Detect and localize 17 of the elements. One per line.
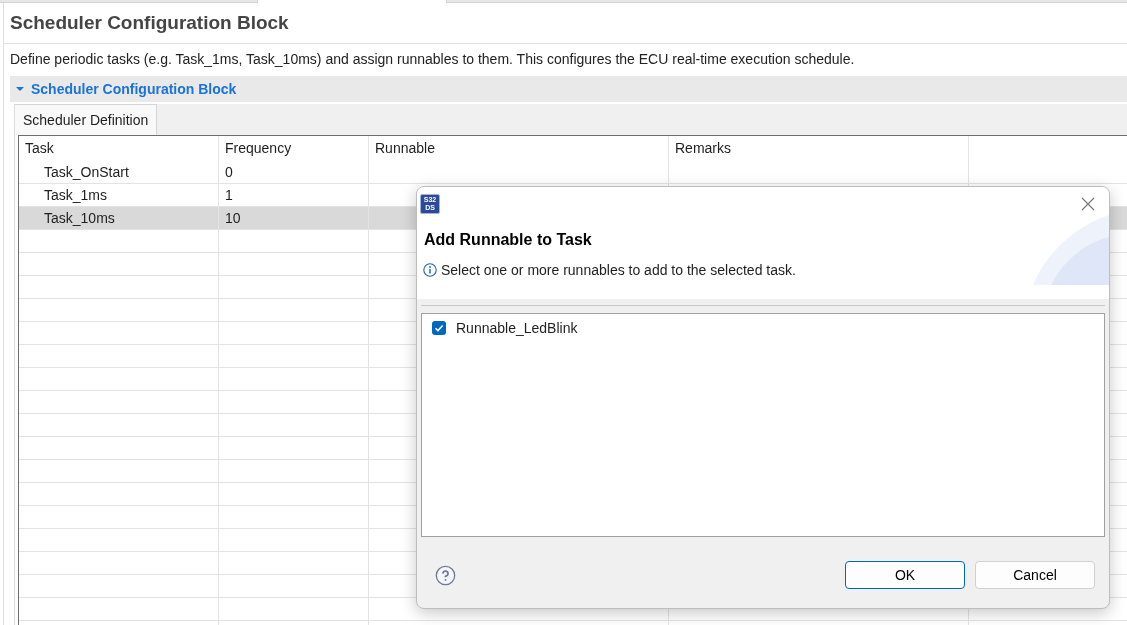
checkbox[interactable]: [432, 321, 446, 335]
info-icon: [423, 263, 437, 277]
page-title: Scheduler Configuration Block: [10, 10, 289, 35]
help-icon[interactable]: [435, 564, 456, 586]
page-description: Define periodic tasks (e.g. Task_1ms, Task_10ms) and assign runnables to them. This configures the ECU real-time execution schedule.: [9, 50, 855, 69]
runnable-list[interactable]: Runnable_LedBlink: [421, 313, 1105, 537]
dialog-button[interactable]: OK: [845, 561, 965, 589]
tab[interactable]: Scheduler Definition: [15, 104, 158, 135]
dialog-button[interactable]: Cancel: [975, 561, 1095, 589]
close-icon: [1081, 197, 1095, 211]
table-cell: 10: [219, 207, 369, 229]
table-cell: Task_10ms: [19, 207, 219, 229]
close-button[interactable]: [1080, 196, 1096, 212]
dialog-title: Add Runnable to Task: [424, 230, 592, 250]
checkbox-item[interactable]: Runnable_LedBlink: [422, 318, 1104, 338]
section-header[interactable]: Scheduler Configuration Block: [10, 76, 1127, 102]
dialog-message: Select one or more runnables to add to the selected task.: [441, 261, 796, 280]
